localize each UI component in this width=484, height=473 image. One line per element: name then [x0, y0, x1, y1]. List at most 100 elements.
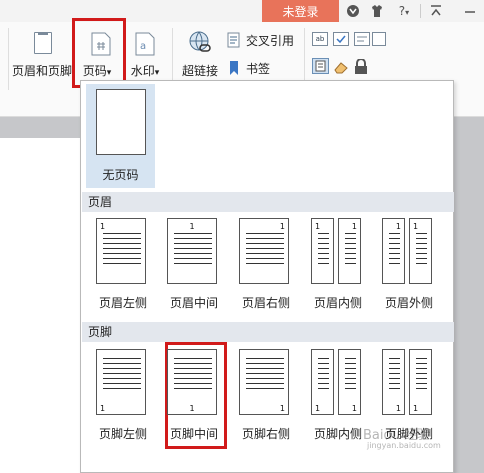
fold-icon[interactable]	[346, 4, 360, 18]
text-line	[246, 363, 284, 364]
cross-reference-button[interactable]: 交叉引用	[226, 30, 294, 50]
text-line	[103, 263, 141, 264]
divider	[420, 4, 421, 18]
text-line	[416, 238, 427, 239]
no-page-number-option[interactable]: 无页码	[86, 84, 155, 188]
text-line	[416, 363, 427, 364]
text-field-icon[interactable]: ab	[312, 32, 328, 46]
page-thumbnail	[96, 89, 146, 155]
text-line	[345, 258, 356, 259]
text-line	[246, 388, 284, 389]
header-option-inner[interactable]: 1 1 页眉内侧	[307, 214, 369, 318]
page-thumbnail: 1	[96, 349, 146, 415]
page-thumbnail: 1	[409, 349, 432, 415]
page-number-mark: 1	[279, 222, 285, 231]
text-line	[416, 248, 427, 249]
page-number-mark: 1	[395, 222, 401, 231]
page-thumbnail: 1	[311, 349, 334, 415]
page-thumbnail: 1	[409, 218, 432, 284]
text-line	[246, 373, 284, 374]
text-line	[389, 248, 400, 249]
lock-icon[interactable]	[354, 58, 368, 75]
page-number-mark: 1	[279, 404, 285, 413]
header-option-left[interactable]: 1 页眉左侧	[92, 214, 154, 318]
separator	[8, 28, 9, 90]
footer-option-inner[interactable]: 1 1 页脚内侧	[307, 345, 369, 449]
text-line	[246, 263, 284, 264]
watermark-label: 水印▾	[130, 64, 160, 78]
text-line	[318, 248, 329, 249]
hyperlink-button[interactable]: 超链接	[178, 28, 222, 78]
page-number-mark: 1	[315, 404, 321, 413]
text-line	[174, 253, 212, 254]
text-line	[246, 248, 284, 249]
text-line	[345, 233, 356, 234]
help-icon[interactable]: ?▾	[394, 4, 414, 18]
text-line	[345, 243, 356, 244]
text-line	[389, 243, 400, 244]
text-line	[345, 373, 356, 374]
header-option-right[interactable]: 1 页眉右侧	[235, 214, 297, 318]
text-line	[174, 388, 212, 389]
watermark-button[interactable]: a 水印▾	[126, 28, 164, 78]
text-line	[246, 383, 284, 384]
login-button[interactable]: 未登录	[262, 0, 339, 22]
text-line	[174, 363, 212, 364]
highlight-box	[72, 18, 126, 88]
text-line	[103, 238, 141, 239]
text-line	[103, 248, 141, 249]
text-line	[416, 383, 427, 384]
text-line	[246, 238, 284, 239]
footer-option-left[interactable]: 1 页脚左侧	[92, 345, 154, 449]
page-thumbnail: 1	[239, 349, 289, 415]
text-line	[345, 388, 356, 389]
document-page[interactable]	[0, 138, 80, 473]
svg-text:a: a	[140, 41, 146, 52]
footer-option-center[interactable]: 1 页脚中间	[163, 345, 225, 449]
page-thumbnail: 1	[338, 218, 361, 284]
text-line	[389, 263, 400, 264]
footer-option-outer[interactable]: 1 1 页脚外侧	[378, 345, 440, 449]
text-line	[246, 358, 284, 359]
text-line	[318, 233, 329, 234]
footer-option-right[interactable]: 1 页脚右侧	[235, 345, 297, 449]
header-footer-button[interactable]: 页眉和页脚	[10, 28, 74, 78]
text-line	[345, 368, 356, 369]
header-footer-label: 页眉和页脚	[11, 64, 72, 78]
shirt-icon[interactable]	[370, 4, 384, 18]
header-option-label: 页眉左侧	[98, 296, 147, 310]
page-number-mark: 1	[351, 222, 357, 231]
page-thumbnail: 1	[382, 218, 405, 284]
dropdown-field-icon[interactable]	[354, 32, 370, 46]
collapse-icon[interactable]	[428, 4, 444, 18]
header-option-outer[interactable]: 1 1 页眉外侧	[378, 214, 440, 318]
text-line	[174, 238, 212, 239]
text-line	[174, 358, 212, 359]
text-line	[318, 388, 329, 389]
text-line	[246, 253, 284, 254]
text-line	[416, 243, 427, 244]
eraser-icon[interactable]	[333, 60, 349, 74]
text-line	[103, 388, 141, 389]
page-number-dropdown: 无页码 页眉 页脚 Baidu 经验 jingyan.baidu.com 1 页眉…	[80, 80, 454, 473]
text-line	[345, 378, 356, 379]
minimize-icon[interactable]	[462, 4, 478, 18]
text-line	[103, 253, 141, 254]
footer-option-label: 页脚中间	[169, 427, 218, 441]
text-line	[103, 358, 141, 359]
checkbox-field-icon[interactable]	[333, 32, 349, 46]
header-section-title: 页眉	[82, 192, 454, 212]
page-number-mark: 1	[413, 404, 419, 413]
text-line	[246, 243, 284, 244]
header-option-label: 页眉右侧	[241, 296, 290, 310]
page-thumbnail: 1	[167, 349, 217, 415]
form-property-icon[interactable]	[372, 32, 386, 46]
header-option-center[interactable]: 1 页眉中间	[163, 214, 225, 318]
text-line	[318, 383, 329, 384]
bookmark-button[interactable]: 书签	[226, 58, 270, 78]
text-line	[174, 378, 212, 379]
text-line	[389, 253, 400, 254]
text-line	[416, 373, 427, 374]
page-number-mark: 1	[100, 222, 106, 231]
form-design-icon[interactable]	[312, 58, 329, 74]
